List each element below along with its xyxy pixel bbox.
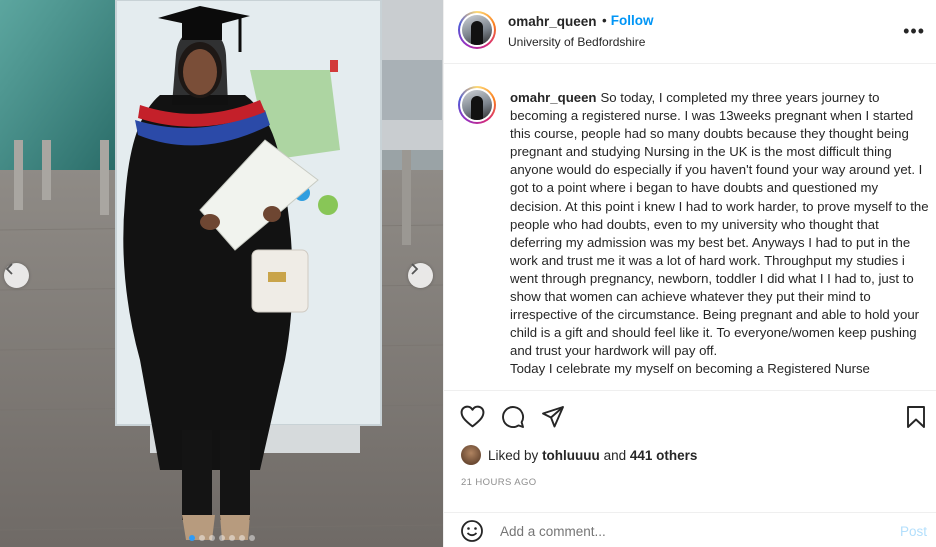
comment-input[interactable] <box>500 524 800 539</box>
carousel-next-button[interactable] <box>408 263 433 288</box>
liker-avatar[interactable] <box>461 445 481 465</box>
bookmark-icon[interactable] <box>906 405 926 429</box>
carousel-dot <box>228 535 235 541</box>
post-username[interactable]: omahr_queen <box>508 14 597 29</box>
graduation-photo <box>0 0 443 547</box>
caption-username[interactable]: omahr_queen <box>510 90 596 105</box>
actions-section: Liked by tohluuuu and 441 others 21 HOUR… <box>444 390 936 547</box>
separator-bullet: • <box>602 13 607 28</box>
more-options-icon[interactable]: ••• <box>903 21 925 42</box>
caption-avatar[interactable] <box>458 86 496 124</box>
carousel-dot <box>248 535 255 541</box>
caption-section: omahr_queen So today, I completed my thre… <box>444 65 936 390</box>
likes-prefix: Liked by <box>488 447 539 463</box>
post-details-panel: omahr_queen • Follow University of Bedfor… <box>443 0 936 547</box>
carousel-dot <box>188 535 195 541</box>
profile-avatar[interactable] <box>458 11 496 49</box>
carousel-dot <box>218 535 225 541</box>
carousel-dot <box>208 535 215 541</box>
likes-summary: Liked by tohluuuu and 441 others <box>461 445 697 465</box>
likes-middle: and <box>603 447 627 463</box>
carousel-dot <box>238 535 245 541</box>
smiley-icon[interactable] <box>460 519 484 543</box>
likes-others-link[interactable]: 441 others <box>630 448 698 463</box>
follow-button[interactable]: Follow <box>611 13 654 28</box>
caption-cutoff-line: Today I celebrate my myself on becoming … <box>510 361 870 377</box>
chevron-right-icon <box>411 263 419 275</box>
post-timestamp[interactable]: 21 HOURS AGO <box>461 477 537 488</box>
carousel-prev-button[interactable] <box>4 263 29 288</box>
comment-icon[interactable] <box>501 405 525 429</box>
liker-username[interactable]: tohluuuu <box>542 448 600 463</box>
follow-group: • Follow <box>602 13 653 28</box>
post-caption: omahr_queen So today, I completed my thre… <box>510 89 930 379</box>
share-icon[interactable] <box>541 405 565 429</box>
post-comment-button[interactable]: Post <box>900 524 927 539</box>
heart-icon[interactable] <box>460 405 485 428</box>
carousel-indicator <box>0 535 443 541</box>
post-location[interactable]: University of Bedfordshire <box>508 35 645 49</box>
post-photo[interactable] <box>0 0 443 547</box>
chevron-left-icon <box>5 263 13 275</box>
caption-text: So today, I completed my three years jou… <box>510 90 929 359</box>
carousel-dot <box>198 535 205 541</box>
comment-bar: Post <box>444 512 936 547</box>
post-header: omahr_queen • Follow University of Bedfor… <box>444 0 936 64</box>
